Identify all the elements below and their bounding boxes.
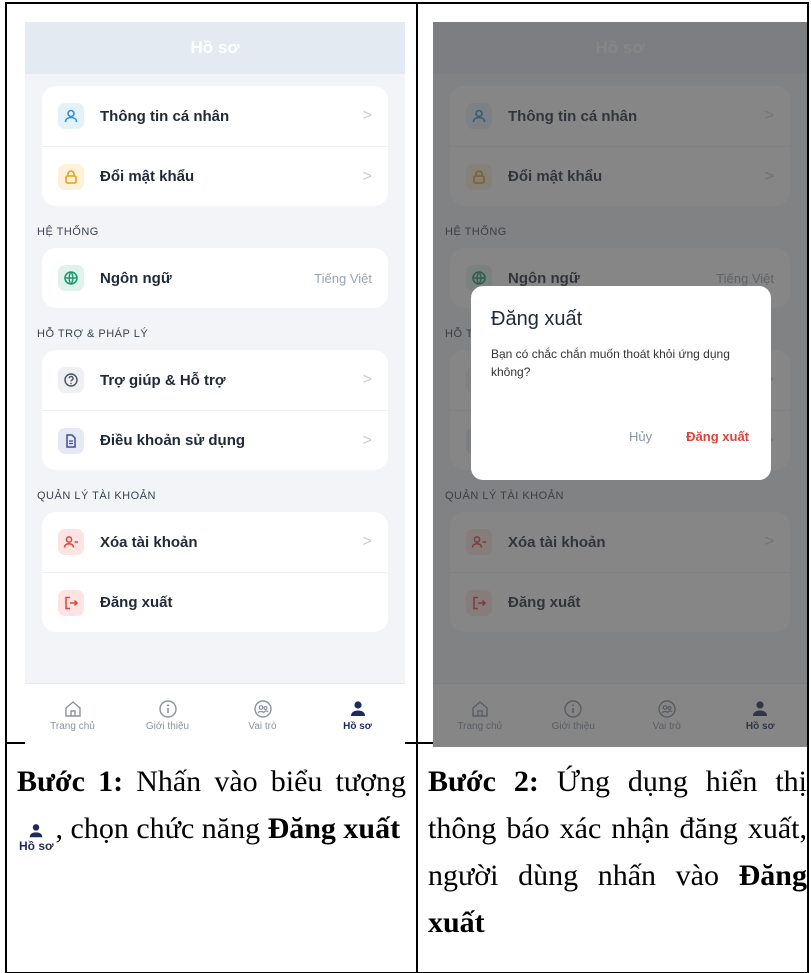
screenshot-cell-1: Hồ sơ Thông tin cá nhân > Đổi mật khẩu >… <box>5 2 418 747</box>
account-manage-card: Xóa tài khoản > Đăng xuất <box>42 512 388 632</box>
user-icon <box>58 103 84 129</box>
row-delete-account[interactable]: Xóa tài khoản > <box>42 512 388 572</box>
logout-dialog-screen: Hồ sơ Thông tin cá nhân > Đổi mật khẩu >… <box>433 22 807 747</box>
header-title: Hồ sơ <box>25 22 405 74</box>
row-personal-info[interactable]: Thông tin cá nhân > <box>42 86 388 146</box>
step2-caption: Bước 2: Ứng dụng hiển thị thông báo xác … <box>428 758 807 946</box>
instruction-table: Hồ sơ Thông tin cá nhân > Đổi mật khẩu >… <box>5 2 809 973</box>
row-logout[interactable]: Đăng xuất <box>42 572 388 632</box>
caption-cell-2: Bước 2: Ứng dụng hiển thị thông báo xác … <box>416 742 809 973</box>
step1-bold: Đăng xuất <box>267 812 401 845</box>
nav-profile[interactable]: Hồ sơ <box>310 684 405 747</box>
dialog-title: Đăng xuất <box>491 308 583 330</box>
step1-text-a: Nhấn vào biểu tượng <box>136 765 407 798</box>
system-card: Ngôn ngữ Tiếng Việt <box>42 248 388 308</box>
personal-info-label: Thông tin cá nhân <box>100 107 230 125</box>
lock-icon <box>58 163 84 190</box>
caption-cell-1: Bước 1: Nhấn vào biểu tượng Hồ sơ , chọn… <box>5 742 418 973</box>
inline-profile-label: Hồ sơ <box>19 839 54 853</box>
user-minus-icon <box>58 529 84 555</box>
help-label: Trợ giúp & Hỗ trợ <box>100 371 226 389</box>
help-icon <box>58 367 84 393</box>
role-icon <box>253 700 272 718</box>
account-card: Thông tin cá nhân > Đổi mật khẩu > <box>42 86 388 206</box>
logout-dialog: Đăng xuất Bạn có chắc chắn muốn thoát kh… <box>471 286 771 480</box>
nav-profile-label: Hồ sơ <box>343 721 372 732</box>
nav-home-label: Trang chủ <box>50 721 95 732</box>
dialog-message: Bạn có chắc chắn muốn thoát khỏi ứng dụn… <box>491 347 730 379</box>
language-label: Ngôn ngữ <box>100 269 172 287</box>
chevron-right-icon: > <box>362 431 372 449</box>
inline-profile-icon: Hồ sơ <box>19 822 54 852</box>
language-value: Tiếng Việt <box>314 270 372 286</box>
nav-intro-label: Giới thiệu <box>145 721 190 732</box>
chevron-right-icon: > <box>362 533 372 550</box>
nav-home[interactable]: Trang chủ <box>25 684 120 747</box>
bottom-nav: Trang chủ Giới thiệu Vai trò Hồ sơ <box>25 683 405 747</box>
section-support: HỖ TRỢ & PHÁP LÝ <box>37 328 149 340</box>
confirm-logout-button[interactable]: Đăng xuất <box>686 429 749 444</box>
support-card: Trợ giúp & Hỗ trợ > Điều khoản sử dụng > <box>42 350 388 470</box>
chevron-right-icon: > <box>362 371 372 388</box>
step1-label: Bước 1: <box>17 765 124 798</box>
nav-role[interactable]: Vai trò <box>215 684 310 747</box>
chevron-right-icon: > <box>362 107 372 124</box>
terms-label: Điều khoản sử dụng <box>100 432 246 449</box>
section-account: QUẢN LÝ TÀI KHOẢN <box>37 490 156 502</box>
document-icon <box>58 427 84 454</box>
globe-icon <box>58 265 84 291</box>
step1-caption: Bước 1: Nhấn vào biểu tượng Hồ sơ , chọn… <box>17 758 406 852</box>
nav-role-label: Vai trò <box>248 721 277 732</box>
nav-intro[interactable]: Giới thiệu <box>120 684 215 747</box>
change-password-label: Đổi mật khẩu <box>100 168 195 185</box>
row-language[interactable]: Ngôn ngữ Tiếng Việt <box>42 248 388 308</box>
step2-label: Bước 2: <box>428 765 539 798</box>
row-terms[interactable]: Điều khoản sử dụng > <box>42 410 388 470</box>
logout-icon <box>58 589 84 616</box>
row-change-password[interactable]: Đổi mật khẩu > <box>42 146 388 206</box>
row-help[interactable]: Trợ giúp & Hỗ trợ > <box>42 350 388 410</box>
home-icon <box>64 701 81 717</box>
logout-label: Đăng xuất <box>100 594 173 611</box>
chevron-right-icon: > <box>362 167 372 185</box>
screenshot-cell-2: Hồ sơ Thông tin cá nhân > Đổi mật khẩu >… <box>416 2 809 747</box>
info-icon <box>158 700 177 718</box>
section-system: HỆ THỐNG <box>37 226 99 238</box>
profile-icon <box>350 701 365 716</box>
profile-icon <box>29 824 43 838</box>
profile-screen: Hồ sơ Thông tin cá nhân > Đổi mật khẩu >… <box>25 22 405 747</box>
step1-text-b: , chọn chức năng <box>55 812 261 845</box>
delete-account-label: Xóa tài khoản <box>100 533 198 551</box>
cancel-button[interactable]: Hủy <box>629 429 652 444</box>
